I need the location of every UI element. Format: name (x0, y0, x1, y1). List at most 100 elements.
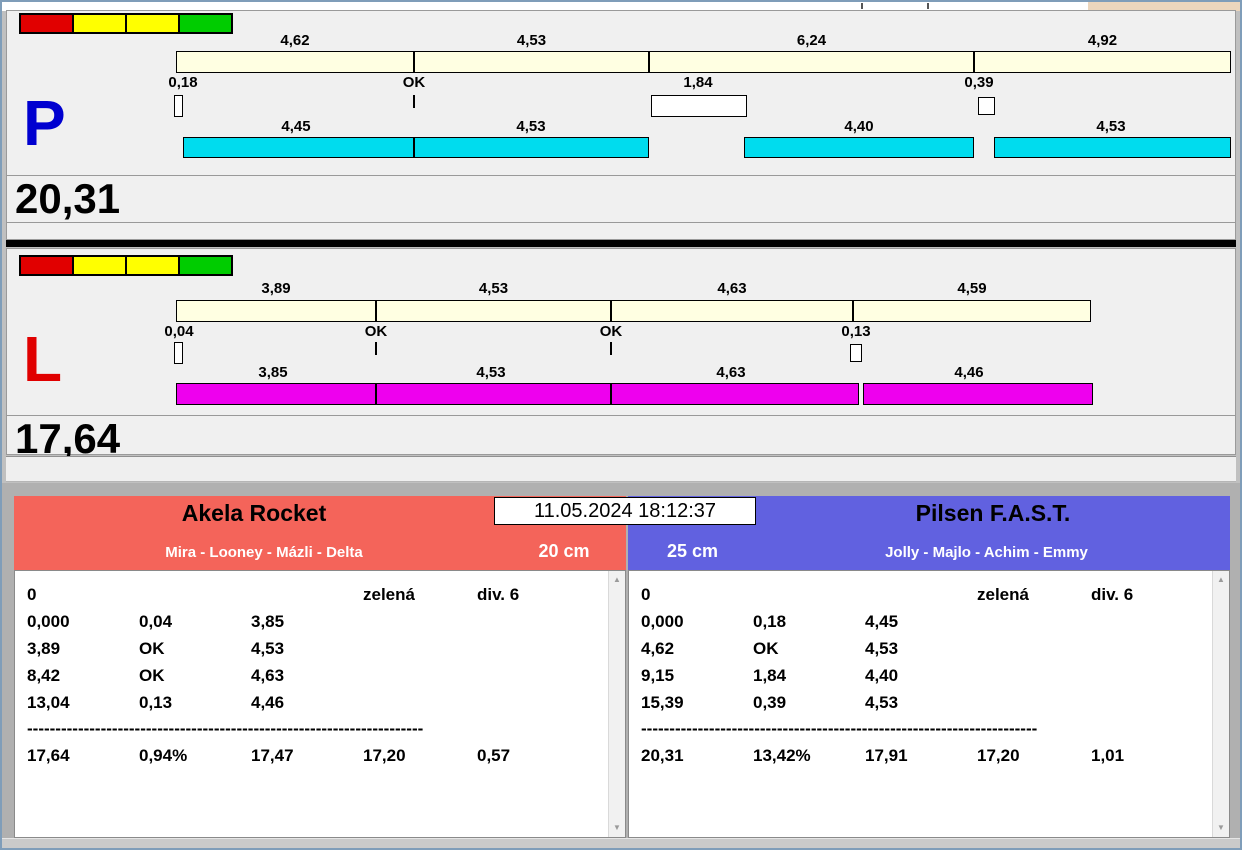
lane-letter: L (23, 323, 63, 395)
log-cell: 0 (641, 585, 651, 604)
separator-strip (6, 456, 1236, 482)
log-cell: 13,04 (27, 693, 70, 712)
start-light-3 (125, 257, 178, 274)
bar-segment (650, 52, 975, 72)
bar-segment (745, 138, 973, 157)
titlebar-mark (927, 3, 929, 9)
split-times-row: 4,62 4,53 6,24 4,92 (176, 32, 1231, 50)
changeover-label: 0,13 (841, 323, 871, 340)
split-time-label: 4,59 (957, 280, 987, 297)
scrollbar[interactable]: ▲ ▼ (1212, 571, 1229, 837)
team-name: Akela Rocket (181, 500, 327, 526)
log-totals-row: 20,31 13,42% 17,91 17,20 1,01 (629, 742, 1229, 769)
changeover-mark-box (174, 95, 183, 117)
log-row: 0,000 0,04 3,85 (15, 608, 625, 635)
dog-time-label: 4,53 (516, 118, 546, 135)
scroll-up-button[interactable]: ▲ (609, 572, 625, 588)
log-cell: 13,42% (753, 746, 811, 765)
changeover-label: OK (599, 323, 623, 340)
start-light-4 (178, 15, 231, 32)
log-cell: zelená (977, 585, 1029, 604)
log-cell: OK (139, 666, 165, 685)
status-bar (0, 838, 1242, 850)
log-cell: 17,64 (27, 746, 70, 765)
start-light-2 (72, 15, 125, 32)
bar-segment (854, 301, 1090, 321)
bar-segment (415, 52, 650, 72)
dog-time-bar (994, 137, 1231, 158)
changeover-label: OK (364, 323, 388, 340)
log-cell: 9,15 (641, 666, 675, 685)
bar-segment (975, 52, 1230, 72)
split-time-label: 4,53 (516, 32, 547, 49)
dog-time-bar (183, 137, 649, 158)
lane-run-bar (176, 300, 1091, 322)
jump-height-label: 25 cm (666, 541, 719, 561)
dog-time-label: 4,45 (281, 118, 311, 135)
start-lights (19, 13, 233, 34)
log-divider-row: ----------------------------------------… (27, 719, 424, 738)
separator-line (7, 415, 1235, 416)
start-light-1 (21, 257, 72, 274)
dog-time-bar (863, 383, 1093, 405)
log-cell: 1,84 (753, 666, 787, 685)
log-pane-left[interactable]: 0 zelená div. 6 0,000 0,04 3,85 3,89 OK … (14, 570, 626, 838)
changeover-mark-box (978, 97, 995, 115)
changeover-tick (375, 342, 377, 355)
lane-run-bar (176, 51, 1231, 73)
bar-segment (995, 138, 1230, 157)
log-cell: 3,89 (27, 639, 61, 658)
changeover-mark-box (174, 342, 183, 364)
changeover-mark-box (850, 344, 862, 362)
start-light-1 (21, 15, 72, 32)
dog-time-label: 4,63 (716, 364, 746, 381)
dog-time-label: 4,53 (1096, 118, 1126, 135)
scroll-up-button[interactable]: ▲ (1213, 572, 1229, 588)
changeover-tick (413, 95, 415, 108)
titlebar-mark (861, 3, 863, 9)
log-row: 8,42 OK 4,63 (15, 662, 625, 689)
log-cell: 4,53 (251, 639, 285, 658)
log-cell: 17,20 (977, 746, 1020, 765)
log-cell: zelená (363, 585, 415, 604)
dog-time-bar (176, 383, 859, 405)
log-cell: 8,42 (27, 666, 61, 685)
log-cell: div. 6 (477, 585, 520, 604)
log-cell: 20,31 (641, 746, 684, 765)
log-cell: 17,47 (251, 746, 294, 765)
log-cell: OK (139, 639, 165, 658)
log-cell: 15,39 (641, 693, 684, 712)
race-timestamp: 11.05.2024 18:12:37 (494, 497, 756, 525)
bar-segment (177, 301, 377, 321)
bar-segment (612, 384, 858, 404)
log-pane-right[interactable]: 0 zelená div. 6 0,000 0,18 4,45 4,62 OK … (628, 570, 1230, 838)
start-light-4 (178, 257, 231, 274)
changeover-label: OK (402, 74, 426, 91)
scrollbar[interactable]: ▲ ▼ (608, 571, 625, 837)
scroll-down-button[interactable]: ▼ (1213, 820, 1229, 836)
log-cell: 0,13 (139, 693, 173, 712)
log-totals-row: 17,64 0,94% 17,47 17,20 0,57 (15, 742, 625, 769)
bar-segment (177, 384, 377, 404)
dog-time-label: 4,40 (844, 118, 874, 135)
split-time-label: 3,89 (261, 280, 291, 297)
bar-segment (177, 52, 415, 72)
log-cell: 4,53 (865, 693, 899, 712)
start-light-2 (72, 257, 125, 274)
log-cell: OK (753, 639, 779, 658)
split-time-label: 4,63 (717, 280, 747, 297)
log-cell: 0 (27, 585, 37, 604)
scroll-down-button[interactable]: ▼ (609, 820, 625, 836)
split-times-row: 3,89 4,53 4,63 4,59 (176, 280, 1091, 298)
log-cell: 4,63 (251, 666, 285, 685)
log-cell: 17,91 (865, 746, 908, 765)
log-cell: 0,04 (139, 612, 173, 631)
changeover-label: 0,39 (964, 74, 994, 91)
log-cell: 4,40 (865, 666, 899, 685)
split-time-label: 4,53 (478, 280, 509, 297)
log-cell: 0,39 (753, 693, 787, 712)
dog-time-label: 4,53 (476, 364, 506, 381)
start-light-3 (125, 15, 178, 32)
log-cell: 4,46 (251, 693, 285, 712)
jump-height-label: 20 cm (538, 541, 590, 561)
